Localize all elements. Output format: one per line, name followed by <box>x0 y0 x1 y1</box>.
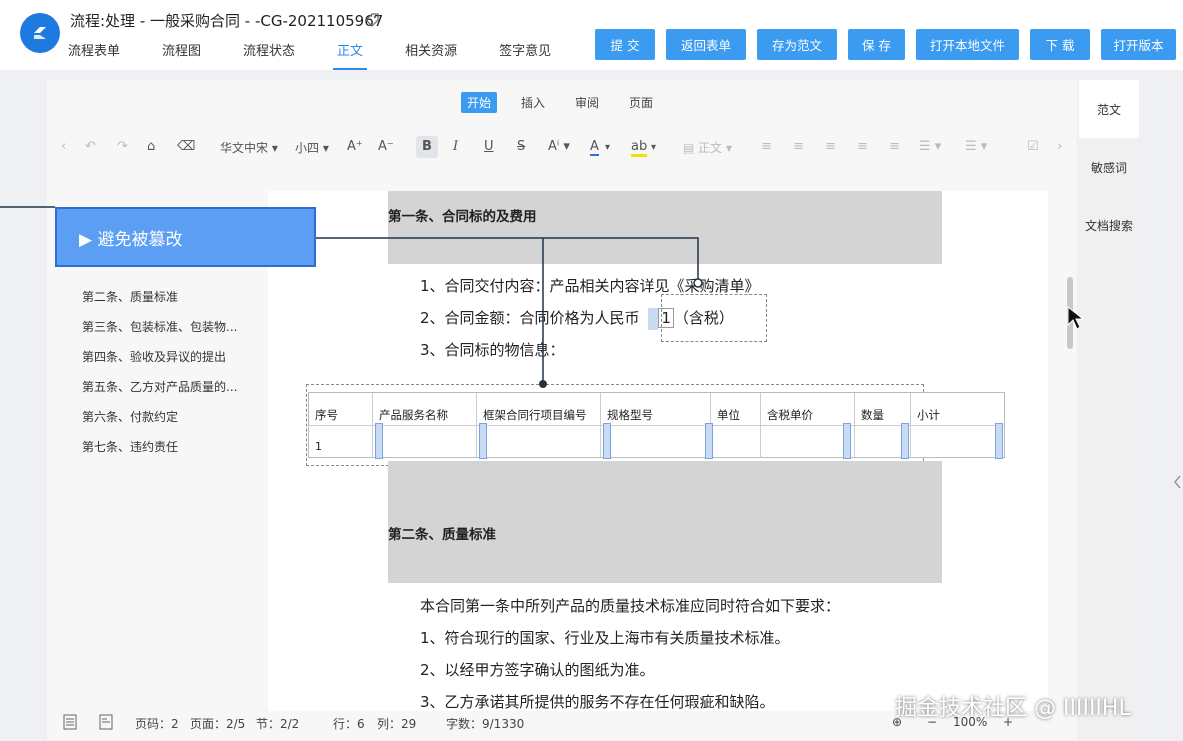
annotation-connector-lines <box>0 206 703 388</box>
mouse-cursor-icon <box>1067 305 1085 330</box>
watermark: 掘金技术社区 @ IIIIIIHL <box>895 696 1131 721</box>
annotation-callout: ▶ 避免被篡改 <box>55 207 316 267</box>
